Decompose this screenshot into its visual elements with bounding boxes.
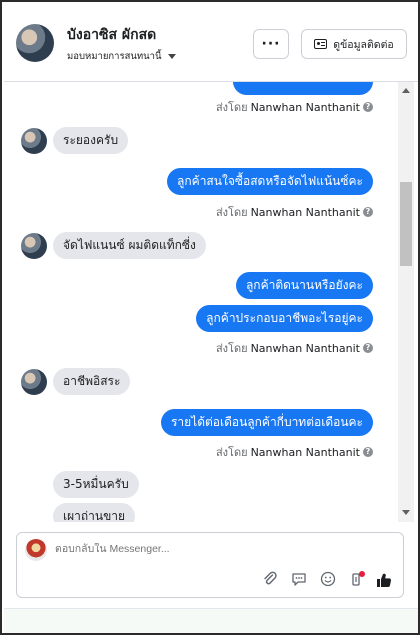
view-contact-info-label: ดูข้อมูลติดต่อ <box>333 38 394 51</box>
assign-conversation-dropdown[interactable]: มอบหมายการสนทนานี้ <box>67 49 176 64</box>
attachment-icon[interactable] <box>261 571 279 589</box>
contact-avatar-small <box>21 233 47 259</box>
sent-by-line: ส่งโดย Nanwhan Nanthanit ? <box>216 203 373 221</box>
saved-reply-icon[interactable] <box>290 571 308 589</box>
page-avatar <box>25 539 47 561</box>
message-bubble-outgoing: ลูกค้าติดนานหรือยังคะ <box>235 272 373 299</box>
thread-scrollbar[interactable] <box>398 82 414 522</box>
sent-by-prefix: ส่งโดย <box>215 101 248 114</box>
emoji-icon[interactable] <box>319 571 337 589</box>
info-icon[interactable]: ? <box>363 207 373 217</box>
message-bubble-outgoing: รายได้ต่อเดือนลูกค้ากี่บาทต่อเดือนคะ <box>160 409 373 436</box>
message-bubble-incoming: จัดไฟแนนซ์ ผมติดแท็กซี่ง <box>53 232 206 259</box>
conversation-header: บังอาซิส ผักสด มอบหมายการสนทนานี้ ··· ดู… <box>4 4 418 82</box>
scroll-up-arrow-icon[interactable] <box>402 88 410 93</box>
sent-by-agent-name: Nanwhan Nanthanit <box>250 205 360 219</box>
contact-name: บังอาซิส ผักสด <box>67 27 157 43</box>
app-window: บังอาซิส ผักสด มอบหมายการสนทนานี้ ··· ดู… <box>0 0 420 635</box>
footer-strip <box>4 608 418 633</box>
contact-card-icon <box>314 39 328 49</box>
sent-by-agent-name: Nanwhan Nanthanit <box>250 341 360 355</box>
sent-by-prefix: ส่งโดย <box>215 206 248 219</box>
message-bubble-outgoing-partial <box>233 82 373 95</box>
info-icon[interactable]: ? <box>363 102 373 112</box>
caret-down-icon <box>167 54 176 59</box>
message-bubble-incoming: 3-5หมื่นครับ <box>53 471 139 498</box>
more-options-button[interactable]: ··· <box>253 29 289 59</box>
message-bubble-incoming: อาชีพอิสระ <box>53 368 131 395</box>
contact-avatar[interactable] <box>16 24 54 62</box>
sent-by-prefix: ส่งโดย <box>215 342 248 355</box>
message-thread[interactable]: ส่งโดย Nanwhan Nanthanit ? ระยองครับ ลูก… <box>4 82 398 522</box>
reply-composer <box>16 532 404 598</box>
contact-avatar-small <box>21 128 47 154</box>
info-icon[interactable]: ? <box>363 343 373 353</box>
message-bubble-outgoing: ลูกค้าสนใจซื้อสดหรือจัดไฟแน้นซ์คะ <box>167 168 373 195</box>
scroll-down-arrow-icon[interactable] <box>402 510 410 515</box>
label-icon[interactable] <box>347 571 365 589</box>
notification-dot <box>359 571 365 577</box>
like-icon[interactable] <box>375 571 393 589</box>
info-icon[interactable]: ? <box>363 447 373 457</box>
sent-by-line: ส่งโดย Nanwhan Nanthanit ? <box>216 339 373 357</box>
scrollbar-thumb[interactable] <box>400 182 412 266</box>
message-bubble-incoming: เผาถ่านขาย <box>53 503 136 522</box>
message-bubble-outgoing: ลูกค้าประกอบอาชีพอะไรอยู่คะ <box>196 305 373 332</box>
sent-by-agent-name: Nanwhan Nanthanit <box>250 445 360 459</box>
sent-by-prefix: ส่งโดย <box>215 446 248 459</box>
more-icon: ··· <box>261 36 281 52</box>
reply-input[interactable] <box>55 543 355 555</box>
sent-by-line: ส่งโดย Nanwhan Nanthanit ? <box>216 443 373 461</box>
contact-avatar-small <box>21 369 47 395</box>
sent-by-agent-name: Nanwhan Nanthanit <box>250 100 360 114</box>
message-bubble-incoming: ระยองครับ <box>53 127 129 154</box>
sent-by-line: ส่งโดย Nanwhan Nanthanit ? <box>216 98 373 116</box>
view-contact-info-button[interactable]: ดูข้อมูลติดต่อ <box>301 29 407 59</box>
assign-label: มอบหมายการสนทนานี้ <box>67 51 162 62</box>
